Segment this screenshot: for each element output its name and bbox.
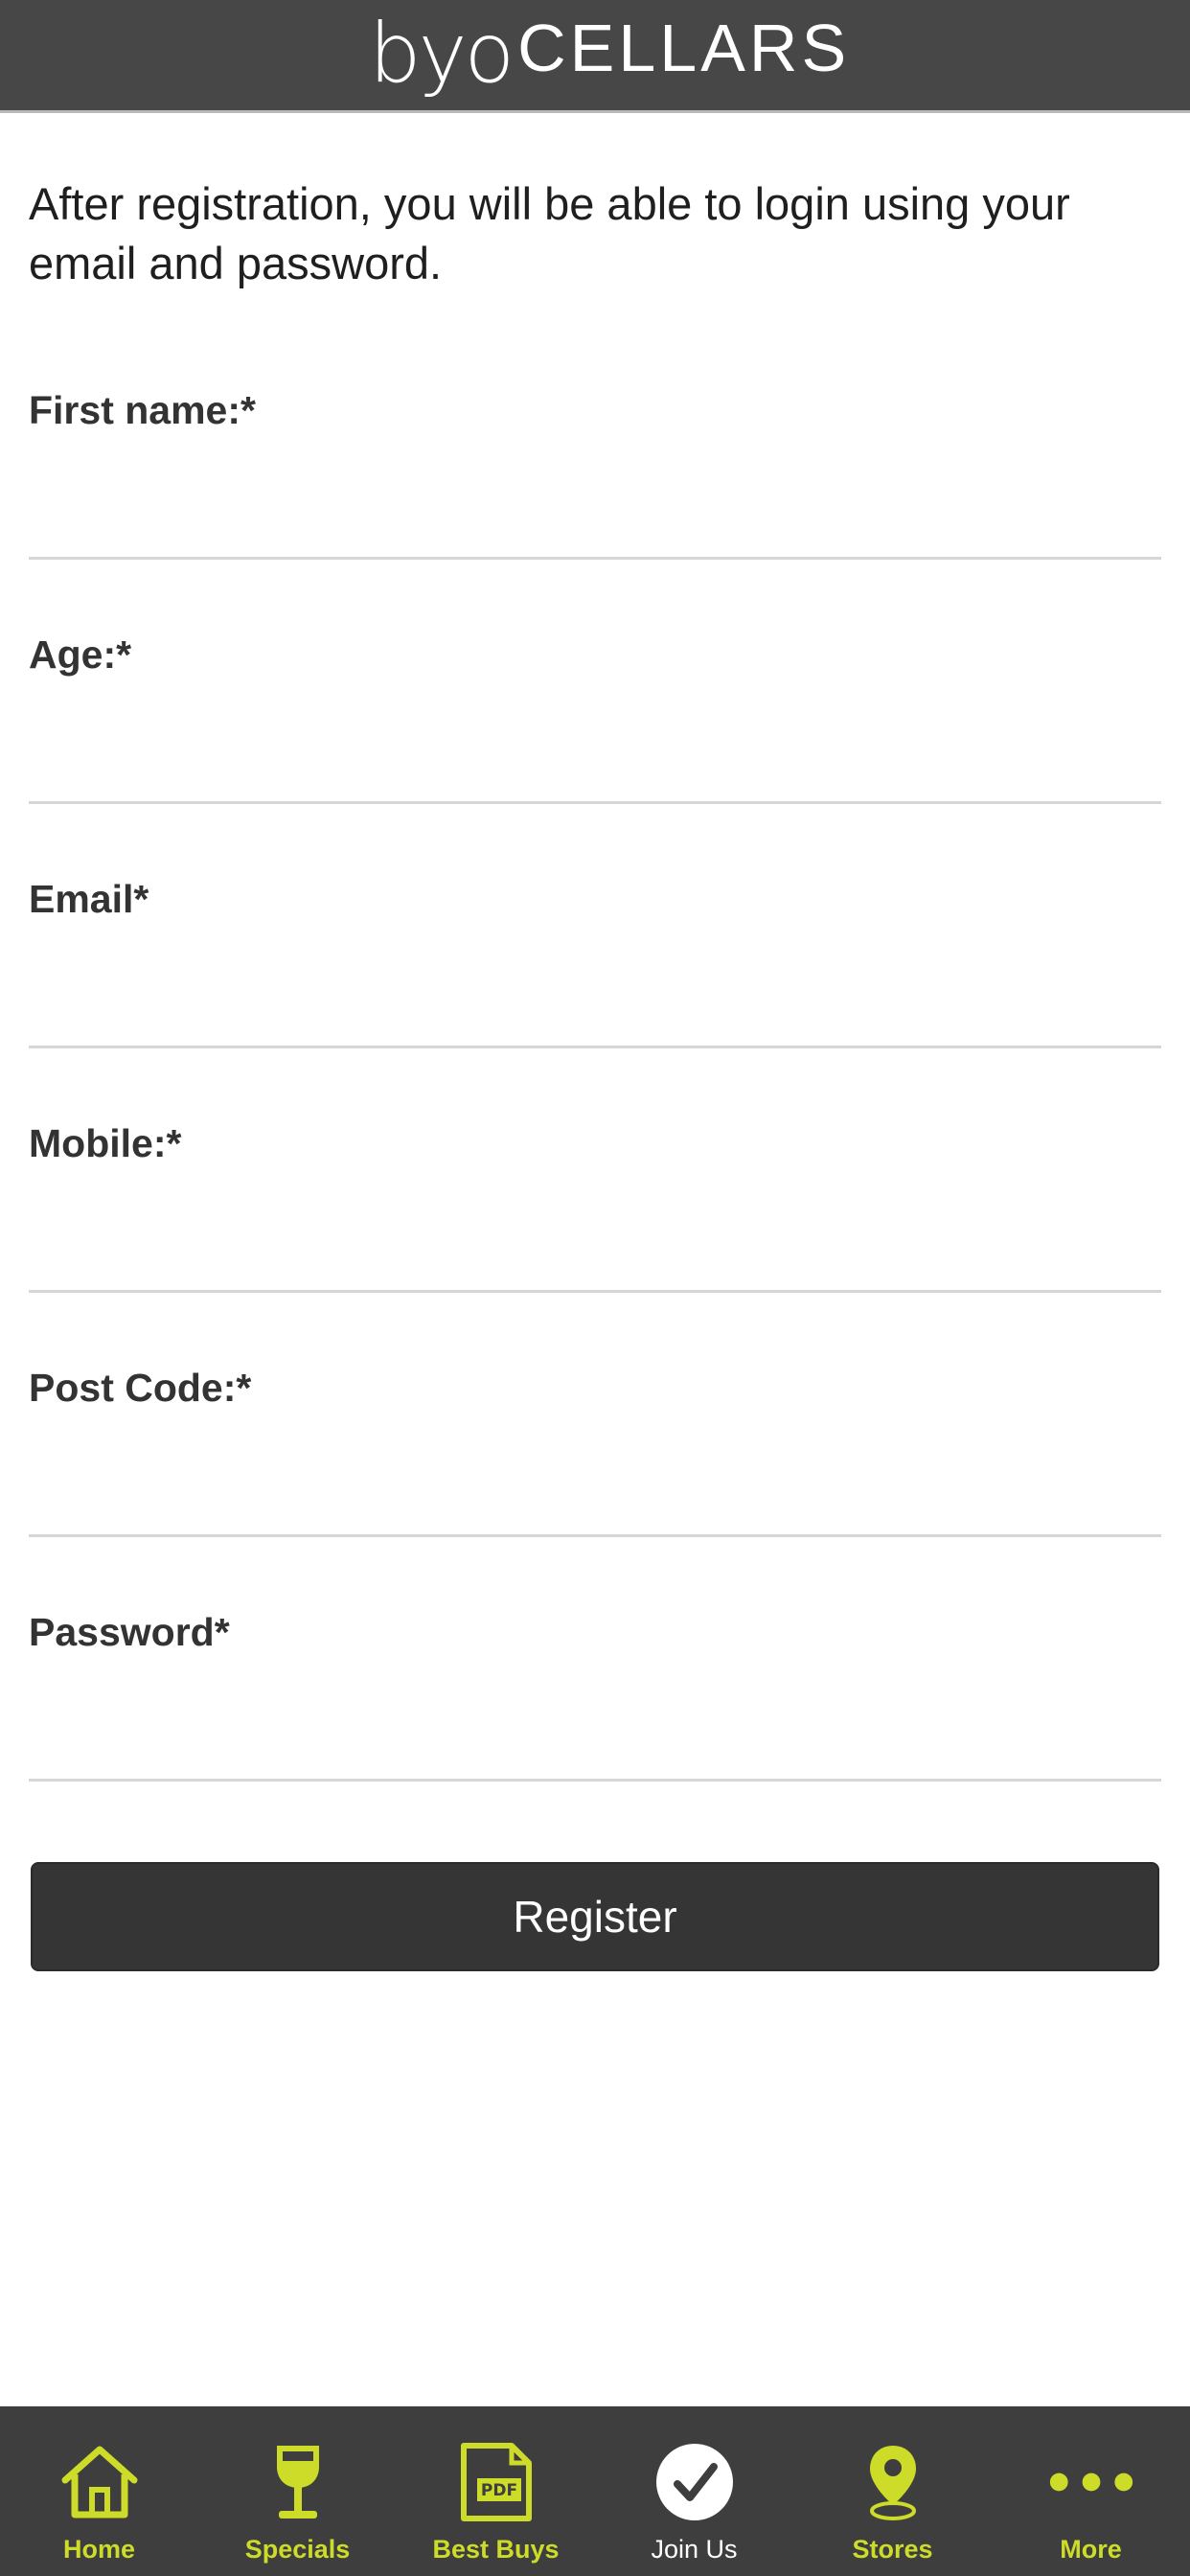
post-code-label: Post Code:* — [29, 1366, 252, 1410]
map-pin-icon — [850, 2441, 936, 2523]
tab-stores-label: Stores — [852, 2535, 933, 2564]
first-name-label: First name:* — [29, 388, 256, 432]
first-name-field: First name:* — [29, 383, 1161, 629]
tab-best-buys-label: Best Buys — [432, 2535, 560, 2564]
post-code-input[interactable] — [29, 1428, 1161, 1537]
more-dots-icon — [1048, 2441, 1134, 2523]
tab-specials[interactable]: Specials — [198, 2406, 397, 2576]
pdf-document-icon: PDF — [453, 2441, 539, 2523]
tab-stores[interactable]: Stores — [793, 2406, 992, 2576]
mobile-input[interactable] — [29, 1184, 1161, 1293]
email-field: Email* — [29, 872, 1161, 1117]
tab-home-label: Home — [62, 2535, 135, 2564]
mobile-field: Mobile:* — [29, 1116, 1161, 1362]
tab-best-buys[interactable]: PDF Best Buys — [397, 2406, 595, 2576]
app-header: byo CELLARS — [0, 0, 1190, 113]
age-input[interactable] — [29, 695, 1161, 804]
password-field: Password* — [29, 1605, 1161, 1851]
logo-mark: byo — [369, 6, 515, 102]
first-name-input[interactable] — [29, 450, 1161, 560]
age-field: Age:* — [29, 628, 1161, 873]
email-label: Email* — [29, 877, 149, 921]
password-label: Password* — [29, 1610, 230, 1654]
brand-logo: byo CELLARS — [369, 8, 850, 108]
svg-text:PDF: PDF — [480, 2481, 516, 2500]
house-icon — [57, 2441, 143, 2523]
bottom-tab-bar: Home Specials PDF Best Buys Join Us Stor… — [0, 2406, 1190, 2576]
tab-more-label: More — [1060, 2535, 1122, 2564]
tab-join-us-label: Join Us — [651, 2535, 738, 2564]
password-input[interactable] — [29, 1672, 1161, 1782]
tab-home[interactable]: Home — [0, 2406, 198, 2576]
register-button[interactable]: Register — [31, 1862, 1159, 1971]
post-code-field: Post Code:* — [29, 1361, 1161, 1606]
tab-specials-label: Specials — [244, 2535, 351, 2564]
tab-more[interactable]: More — [992, 2406, 1190, 2576]
email-input[interactable] — [29, 939, 1161, 1048]
age-label: Age:* — [29, 632, 132, 677]
registration-screen: byo CELLARS After registration, you will… — [0, 0, 1190, 2576]
tab-join-us[interactable]: Join Us — [595, 2406, 793, 2576]
registration-intro: After registration, you will be able to … — [29, 178, 1070, 288]
logo-wordmark: CELLARS — [517, 11, 851, 85]
wine-glass-icon — [255, 2441, 341, 2523]
checkmark-circle-icon — [652, 2441, 738, 2523]
mobile-label: Mobile:* — [29, 1121, 182, 1165]
